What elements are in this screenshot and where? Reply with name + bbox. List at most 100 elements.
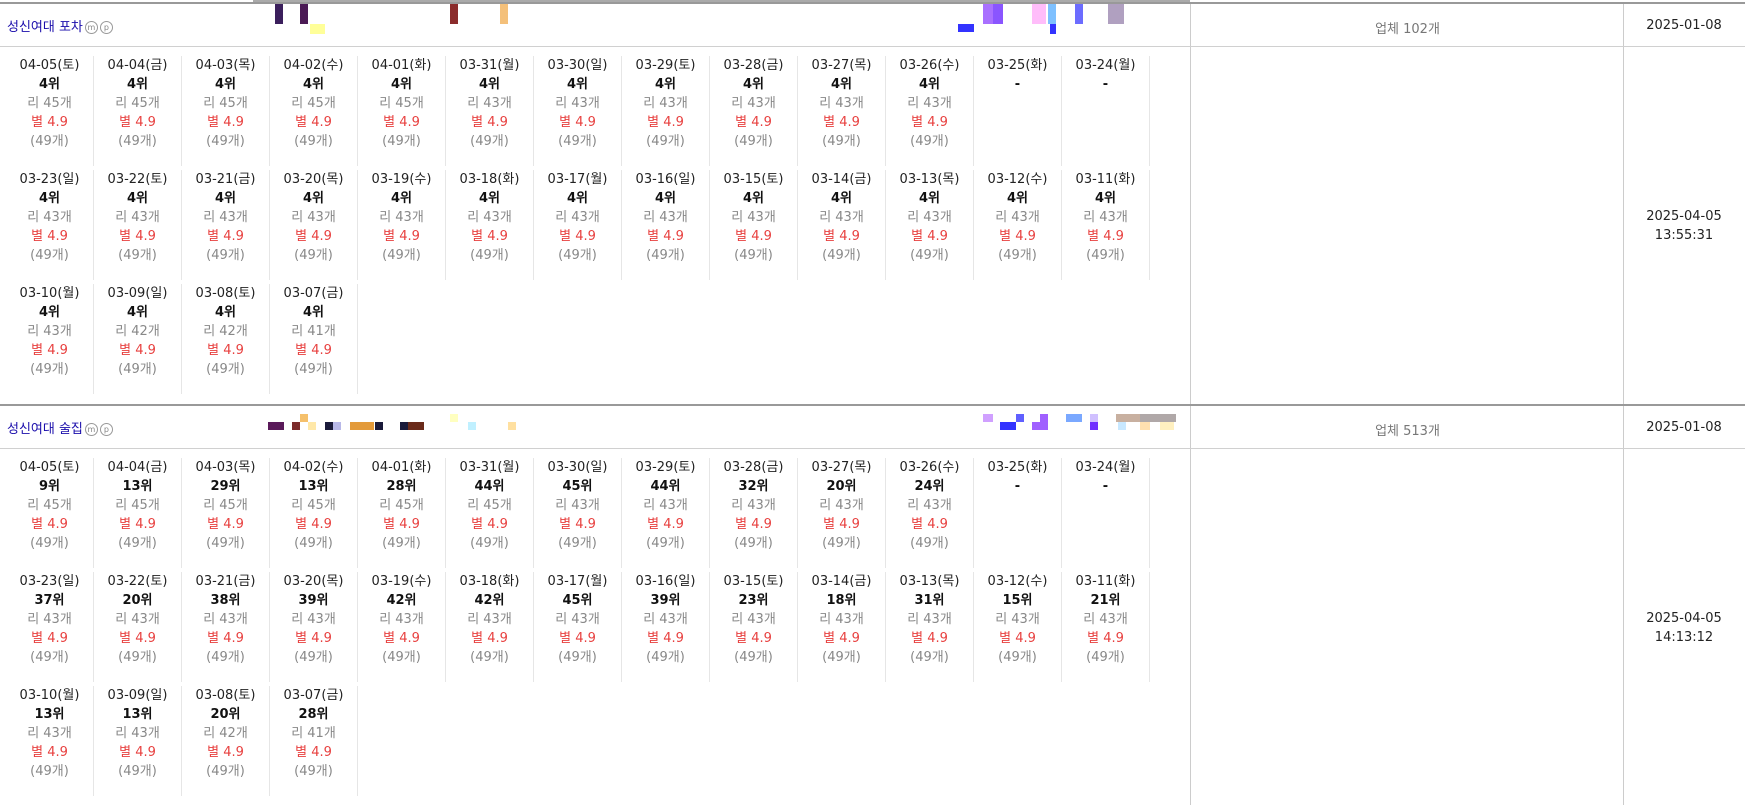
thumbnail-pixel [275, 4, 283, 24]
rank-value: 4위 [126, 191, 148, 206]
daily-rank-cell: 03-14(금) 4위 리 43개 별 4.9 (49개) [798, 170, 886, 280]
thumbnail-pixel [983, 414, 993, 422]
last-updated: 2025-04-05 14:13:12 [1623, 609, 1745, 647]
star-rating: 별 4.9 [911, 517, 948, 532]
star-rating: 별 4.9 [31, 631, 68, 646]
rating-count: (49개) [822, 134, 861, 149]
daily-rank-cell: 03-10(월) 13위 리 43개 별 4.9 (49개) [6, 686, 94, 796]
daily-rank-cell: 03-31(월) 44위 리 45개 별 4.9 (49개) [446, 458, 534, 568]
rank-value: 42위 [474, 593, 505, 608]
rank-date: 03-12(수) [987, 574, 1048, 589]
rank-date: 03-18(화) [459, 172, 520, 187]
star-rating: 별 4.9 [295, 343, 332, 358]
daily-rank-cell: 03-23(일) 4위 리 43개 별 4.9 (49개) [6, 170, 94, 280]
rating-count: (49개) [118, 650, 157, 665]
rank-value: 42위 [386, 593, 417, 608]
p-circle-icon[interactable]: p [99, 21, 113, 34]
star-rating: 별 4.9 [735, 229, 772, 244]
thumbnail-pixel [508, 422, 516, 430]
star-rating: 별 4.9 [471, 631, 508, 646]
star-rating: 별 4.9 [911, 229, 948, 244]
star-rating: 별 4.9 [735, 631, 772, 646]
daily-rank-cell: 04-03(목) 4위 리 45개 별 4.9 (49개) [182, 56, 270, 166]
rating-count: (49개) [118, 362, 157, 377]
rank-date: 03-19(수) [371, 172, 432, 187]
review-count: 리 43개 [643, 96, 688, 111]
daily-rank-cell: 03-12(수) 4위 리 43개 별 4.9 (49개) [974, 170, 1062, 280]
thumbnail-pixel [292, 422, 300, 430]
thumbnail-pixel [1032, 4, 1046, 24]
rank-value: 23위 [738, 593, 769, 608]
daily-rank-cell: 03-29(토) 44위 리 43개 별 4.9 (49개) [622, 458, 710, 568]
rating-count: (49개) [294, 134, 333, 149]
review-count: 리 45개 [115, 96, 160, 111]
daily-rank-cell: 03-10(월) 4위 리 43개 별 4.9 (49개) [6, 284, 94, 394]
thumbnail-pixel [1118, 422, 1126, 430]
rank-date: 03-27(목) [811, 58, 872, 73]
review-count: 리 43개 [907, 612, 952, 627]
keyword-title-text[interactable]: 성신여대 술집 [7, 422, 83, 437]
daily-rank-cell: 03-22(토) 4위 리 43개 별 4.9 (49개) [94, 170, 182, 280]
rank-date: 03-23(일) [19, 172, 80, 187]
daily-rank-cell: 04-04(금) 4위 리 45개 별 4.9 (49개) [94, 56, 182, 166]
star-rating: 별 4.9 [471, 517, 508, 532]
rank-value: 20위 [826, 479, 857, 494]
rank-value: 21위 [1090, 593, 1121, 608]
keyword-title-text[interactable]: 성신여대 포차 [7, 20, 83, 35]
rank-value: 4위 [1094, 191, 1116, 206]
rank-history-board: 성신여대 포차 m p 업체 102개 2025-01-08 2025-04-05 13:5… [0, 0, 1745, 805]
rating-count: (49개) [822, 650, 861, 665]
star-rating: 별 4.9 [119, 115, 156, 130]
thumbnail-pixel [1140, 422, 1150, 430]
daily-rank-cell: 03-23(일) 37위 리 43개 별 4.9 (49개) [6, 572, 94, 682]
rank-value: - [1102, 77, 1109, 92]
daily-rank-cell: 03-25(화) - [974, 56, 1062, 166]
star-rating: 별 4.9 [823, 115, 860, 130]
rank-value: 4위 [830, 191, 852, 206]
rank-date: 04-03(목) [195, 58, 256, 73]
review-count: 리 43개 [467, 210, 512, 225]
rating-count: (49개) [206, 764, 245, 779]
rating-count: (49개) [382, 134, 421, 149]
rating-count: (49개) [206, 134, 245, 149]
rating-count: (49개) [118, 248, 157, 263]
rank-value: 4위 [830, 77, 852, 92]
star-rating: 별 4.9 [559, 517, 596, 532]
review-count: 리 43개 [555, 210, 600, 225]
rank-value: 4위 [214, 191, 236, 206]
daily-rank-cell: 03-07(금) 4위 리 41개 별 4.9 (49개) [270, 284, 358, 394]
review-count: 리 45개 [467, 498, 512, 513]
star-rating: 별 4.9 [31, 343, 68, 358]
thumbnail-pixel [300, 4, 308, 24]
daily-rank-cell: 03-21(금) 38위 리 43개 별 4.9 (49개) [182, 572, 270, 682]
m-circle-icon[interactable]: m [84, 423, 98, 436]
thumbnail-pixel [1040, 414, 1048, 430]
review-count: 리 43개 [379, 612, 424, 627]
thumbnail-pixel [1000, 422, 1016, 430]
daily-rank-cell: 03-16(일) 39위 리 43개 별 4.9 (49개) [622, 572, 710, 682]
rank-value: 18위 [826, 593, 857, 608]
rank-date: 03-25(화) [987, 460, 1048, 475]
rank-date: 03-10(월) [19, 286, 80, 301]
rank-date: 03-19(수) [371, 574, 432, 589]
rank-date: 04-03(목) [195, 460, 256, 475]
m-circle-icon[interactable]: m [84, 21, 98, 34]
keyword-title-link[interactable]: 성신여대 술집 m p [7, 418, 113, 437]
keyword-title-link[interactable]: 성신여대 포차 m p [7, 16, 113, 35]
column-divider [1623, 4, 1624, 404]
daily-rank-cell: 03-17(월) 4위 리 43개 별 4.9 (49개) [534, 170, 622, 280]
star-rating: 별 4.9 [295, 115, 332, 130]
rating-count: (49개) [1086, 650, 1125, 665]
daily-rank-cell: 03-11(화) 4위 리 43개 별 4.9 (49개) [1062, 170, 1150, 280]
rank-date: 03-28(금) [723, 460, 784, 475]
star-rating: 별 4.9 [647, 115, 684, 130]
business-count: 업체 513개 [1375, 424, 1440, 439]
rating-count [974, 132, 1061, 151]
rank-value: 4위 [126, 305, 148, 320]
rank-value: 45위 [562, 593, 593, 608]
review-count: 리 43개 [291, 612, 336, 627]
p-circle-icon[interactable]: p [99, 423, 113, 436]
rank-date: 03-25(화) [987, 58, 1048, 73]
review-count: 리 43개 [27, 612, 72, 627]
review-count: 리 43개 [731, 498, 776, 513]
